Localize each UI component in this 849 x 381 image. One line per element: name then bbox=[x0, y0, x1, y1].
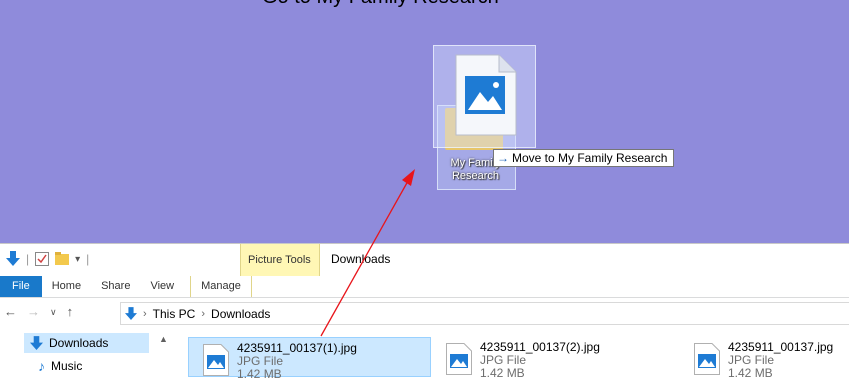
sidebar-item-label: Music bbox=[51, 359, 83, 373]
breadcrumb-separator[interactable]: › bbox=[143, 308, 147, 320]
file-meta: 4235911_00137(2).jpg JPG File 1.42 MB bbox=[480, 337, 600, 380]
file-item[interactable]: 4235911_00137(2).jpg JPG File 1.42 MB bbox=[446, 337, 676, 380]
download-arrow-icon bbox=[125, 306, 137, 320]
toolbar-separator: | bbox=[86, 252, 90, 266]
window-title: Downloads bbox=[331, 252, 391, 266]
sidebar-item-music[interactable]: ♪ Music bbox=[38, 356, 82, 376]
tab-file[interactable]: File bbox=[0, 276, 42, 297]
up-arrow-icon[interactable]: ↑ bbox=[67, 304, 74, 320]
breadcrumb-separator[interactable]: › bbox=[201, 308, 205, 320]
address-row: ← → ∨ ↑ › This PC › Downloads bbox=[0, 301, 849, 325]
file-item[interactable]: 4235911_00137.jpg JPG File 1.42 MB bbox=[694, 337, 849, 380]
move-arrow-icon: → bbox=[497, 151, 509, 165]
back-arrow-icon[interactable]: ← bbox=[4, 304, 17, 320]
file-meta: 4235911_00137.jpg JPG File 1.42 MB bbox=[728, 337, 833, 380]
tab-manage[interactable]: Manage bbox=[190, 276, 252, 297]
top-caption: Go to My Family Research bbox=[262, 0, 499, 9]
tab-share[interactable]: Share bbox=[91, 276, 140, 297]
nav-buttons: ← → ∨ ↑ bbox=[4, 304, 73, 320]
file-meta: 4235911_00137(1).jpg JPG File 1.42 MB bbox=[237, 338, 357, 381]
image-file-icon bbox=[203, 344, 229, 376]
navigation-pane: Downloads ♪ Music ▲ bbox=[0, 328, 170, 380]
breadcrumb-this-pc[interactable]: This PC bbox=[153, 307, 196, 321]
drag-tooltip: → Move to My Family Research bbox=[493, 149, 675, 167]
contextual-tab-label: Picture Tools bbox=[248, 254, 311, 266]
customize-toolbar-icon[interactable]: ▾ bbox=[75, 254, 80, 265]
file-item[interactable]: 4235911_00137(1).jpg JPG File 1.42 MB bbox=[188, 337, 431, 381]
file-size: 1.42 MB bbox=[237, 367, 282, 381]
sidebar-item-downloads[interactable]: Downloads bbox=[24, 333, 149, 353]
toolbar-separator: | bbox=[26, 252, 30, 266]
new-folder-icon[interactable] bbox=[55, 252, 70, 266]
forward-arrow-icon[interactable]: → bbox=[27, 304, 40, 320]
file-size: 1.42 MB bbox=[728, 366, 773, 380]
breadcrumb-downloads[interactable]: Downloads bbox=[211, 307, 270, 321]
recent-locations-chevron-icon[interactable]: ∨ bbox=[50, 304, 57, 320]
download-arrow-icon[interactable] bbox=[6, 251, 20, 267]
drag-tooltip-text: Move to My Family Research bbox=[512, 151, 668, 165]
music-note-icon: ♪ bbox=[38, 358, 45, 374]
file-explorer-window: | ▾ | Picture Tools Downloads File Home … bbox=[0, 243, 849, 381]
address-bar[interactable]: › This PC › Downloads bbox=[120, 302, 849, 325]
file-size: 1.42 MB bbox=[480, 366, 525, 380]
download-arrow-icon bbox=[30, 335, 43, 350]
image-file-icon bbox=[694, 343, 720, 375]
sidebar-item-label: Downloads bbox=[49, 336, 109, 350]
tab-home[interactable]: Home bbox=[42, 276, 91, 297]
ribbon-tabs: File Home Share View Manage bbox=[0, 276, 849, 298]
image-file-icon bbox=[446, 343, 472, 375]
properties-check-icon[interactable] bbox=[35, 252, 50, 266]
image-file-icon bbox=[455, 54, 517, 136]
scroll-up-chevron-icon[interactable]: ▲ bbox=[159, 334, 168, 344]
tab-view[interactable]: View bbox=[140, 276, 184, 297]
quick-access-toolbar: | ▾ | bbox=[0, 244, 89, 274]
